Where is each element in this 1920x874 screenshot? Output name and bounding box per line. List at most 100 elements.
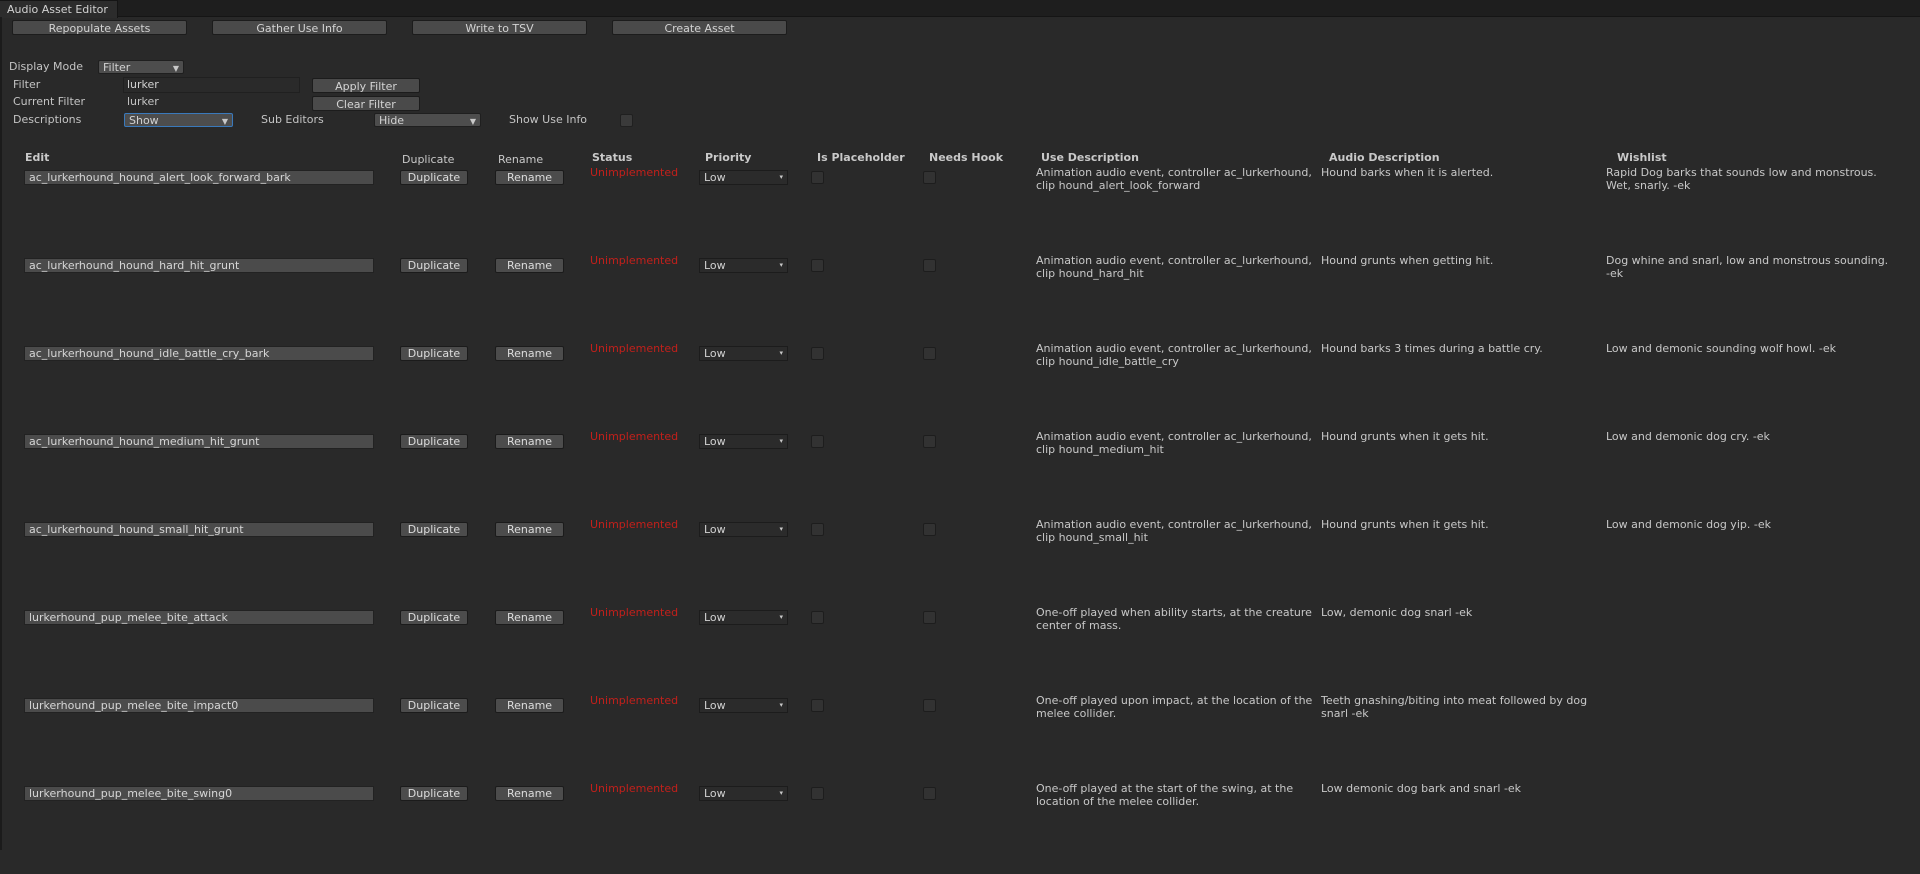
window-tab[interactable]: Audio Asset Editor (0, 0, 118, 18)
status-text: Unimplemented (590, 782, 679, 795)
needs-hook-checkbox[interactable] (923, 611, 936, 624)
priority-dropdown[interactable]: Low ▾ (699, 522, 788, 537)
use-description: One-off played when ability starts, at t… (1036, 606, 1312, 632)
audio-description: Low demonic dog bark and snarl -ek (1321, 782, 1521, 795)
asset-name-field[interactable]: lurkerhound_pup_melee_bite_swing0 (24, 786, 374, 801)
header-needs-hook: Needs Hook (929, 151, 1004, 164)
needs-hook-checkbox[interactable] (923, 523, 936, 536)
filter-input[interactable]: lurker (123, 77, 300, 93)
rename-button[interactable]: Rename (495, 258, 564, 273)
duplicate-button[interactable]: Duplicate (400, 610, 468, 625)
priority-value: Low (704, 171, 726, 184)
display-mode-value: Filter (103, 61, 131, 74)
rename-button[interactable]: Rename (495, 346, 564, 361)
needs-hook-checkbox[interactable] (923, 347, 936, 360)
is-placeholder-checkbox[interactable] (811, 435, 824, 448)
use-description-line: location of the melee collider. (1036, 795, 1200, 808)
chevron-down-icon: ▼ (221, 117, 228, 126)
priority-value: Low (704, 787, 726, 800)
wishlist-line: Low and demonic sounding wolf howl. -ek (1606, 342, 1837, 355)
rename-button[interactable]: Rename (495, 434, 564, 449)
use-description-line: clip hound_idle_battle_cry (1036, 355, 1179, 368)
use-description: One-off played upon impact, at the locat… (1036, 694, 1312, 720)
use-description-line: clip hound_hard_hit (1036, 267, 1144, 280)
asset-name-field[interactable]: ac_lurkerhound_hound_alert_look_forward_… (24, 170, 374, 185)
priority-dropdown[interactable]: Low ▾ (699, 258, 788, 273)
needs-hook-checkbox[interactable] (923, 787, 936, 800)
use-description-line: clip hound_medium_hit (1036, 443, 1164, 456)
is-placeholder-checkbox[interactable] (811, 347, 824, 360)
is-placeholder-checkbox[interactable] (811, 699, 824, 712)
needs-hook-checkbox[interactable] (923, 259, 936, 272)
show-use-info-checkbox[interactable] (620, 114, 633, 127)
header-audio-description: Audio Description (1329, 151, 1440, 164)
priority-dropdown[interactable]: Low ▾ (699, 434, 788, 449)
is-placeholder-checkbox[interactable] (811, 171, 824, 184)
priority-value: Low (704, 699, 726, 712)
duplicate-button[interactable]: Duplicate (400, 522, 468, 537)
status-text: Unimplemented (590, 166, 679, 179)
rename-button[interactable]: Rename (495, 786, 564, 801)
duplicate-button[interactable]: Duplicate (400, 698, 468, 713)
write-to-tsv-button[interactable]: Write to TSV (412, 20, 587, 35)
is-placeholder-checkbox[interactable] (811, 787, 824, 800)
table-row: lurkerhound_pup_melee_bite_impact0 Dupli… (0, 694, 1920, 786)
status-text: Unimplemented (590, 254, 679, 267)
rename-button[interactable]: Rename (495, 522, 564, 537)
audio-description-line: snarl -ek (1321, 707, 1369, 720)
duplicate-button[interactable]: Duplicate (400, 170, 468, 185)
use-description-line: Animation audio event, controller ac_lur… (1036, 254, 1312, 267)
wishlist-text: Low and demonic dog yip. -ek (1606, 518, 1771, 531)
duplicate-button[interactable]: Duplicate (400, 346, 468, 361)
priority-value: Low (704, 523, 726, 536)
status-text: Unimplemented (590, 606, 679, 619)
sub-editors-label: Sub Editors (261, 113, 324, 126)
asset-name-field[interactable]: ac_lurkerhound_hound_small_hit_grunt (24, 522, 374, 537)
is-placeholder-checkbox[interactable] (811, 523, 824, 536)
priority-dropdown[interactable]: Low ▾ (699, 346, 788, 361)
asset-name-field[interactable]: ac_lurkerhound_hound_idle_battle_cry_bar… (24, 346, 374, 361)
is-placeholder-checkbox[interactable] (811, 259, 824, 272)
use-description-line: Animation audio event, controller ac_lur… (1036, 166, 1312, 179)
asset-name-field[interactable]: ac_lurkerhound_hound_medium_hit_grunt (24, 434, 374, 449)
repopulate-assets-button[interactable]: Repopulate Assets (12, 20, 187, 35)
sub-editors-dropdown[interactable]: Hide ▼ (374, 113, 481, 127)
duplicate-button[interactable]: Duplicate (400, 258, 468, 273)
wishlist-line: -ek (1606, 267, 1624, 280)
create-asset-button[interactable]: Create Asset (612, 20, 787, 35)
asset-name-field[interactable]: ac_lurkerhound_hound_hard_hit_grunt (24, 258, 374, 273)
duplicate-button[interactable]: Duplicate (400, 434, 468, 449)
asset-name-field[interactable]: lurkerhound_pup_melee_bite_impact0 (24, 698, 374, 713)
current-filter-label: Current Filter (13, 95, 86, 108)
use-description-line: clip hound_alert_look_forward (1036, 179, 1201, 192)
apply-filter-button[interactable]: Apply Filter (312, 78, 420, 93)
rename-button[interactable]: Rename (495, 698, 564, 713)
rename-button[interactable]: Rename (495, 610, 564, 625)
duplicate-button[interactable]: Duplicate (400, 786, 468, 801)
descriptions-dropdown[interactable]: Show ▼ (124, 113, 233, 127)
audio-description: Hound grunts when it gets hit. (1321, 430, 1489, 443)
wishlist-line: Low and demonic dog yip. -ek (1606, 518, 1771, 531)
needs-hook-checkbox[interactable] (923, 435, 936, 448)
use-description: Animation audio event, controller ac_lur… (1036, 430, 1312, 456)
needs-hook-checkbox[interactable] (923, 699, 936, 712)
chevron-down-icon: ▾ (779, 613, 783, 621)
priority-dropdown[interactable]: Low ▾ (699, 170, 788, 185)
needs-hook-checkbox[interactable] (923, 171, 936, 184)
display-mode-dropdown[interactable]: Filter ▼ (98, 60, 184, 74)
asset-name-field[interactable]: lurkerhound_pup_melee_bite_attack (24, 610, 374, 625)
chevron-down-icon: ▾ (779, 525, 783, 533)
priority-dropdown[interactable]: Low ▾ (699, 698, 788, 713)
is-placeholder-checkbox[interactable] (811, 611, 824, 624)
header-wishlist: Wishlist (1617, 151, 1667, 164)
wishlist-line: Low and demonic dog cry. -ek (1606, 430, 1770, 443)
priority-dropdown[interactable]: Low ▾ (699, 610, 788, 625)
use-description-line: One-off played at the start of the swing… (1036, 782, 1294, 795)
chevron-down-icon: ▾ (779, 173, 783, 181)
clear-filter-button[interactable]: Clear Filter (312, 96, 420, 111)
rename-button[interactable]: Rename (495, 170, 564, 185)
table-row: ac_lurkerhound_hound_alert_look_forward_… (0, 166, 1920, 258)
priority-dropdown[interactable]: Low ▾ (699, 786, 788, 801)
use-description-line: Animation audio event, controller ac_lur… (1036, 430, 1312, 443)
gather-use-info-button[interactable]: Gather Use Info (212, 20, 387, 35)
